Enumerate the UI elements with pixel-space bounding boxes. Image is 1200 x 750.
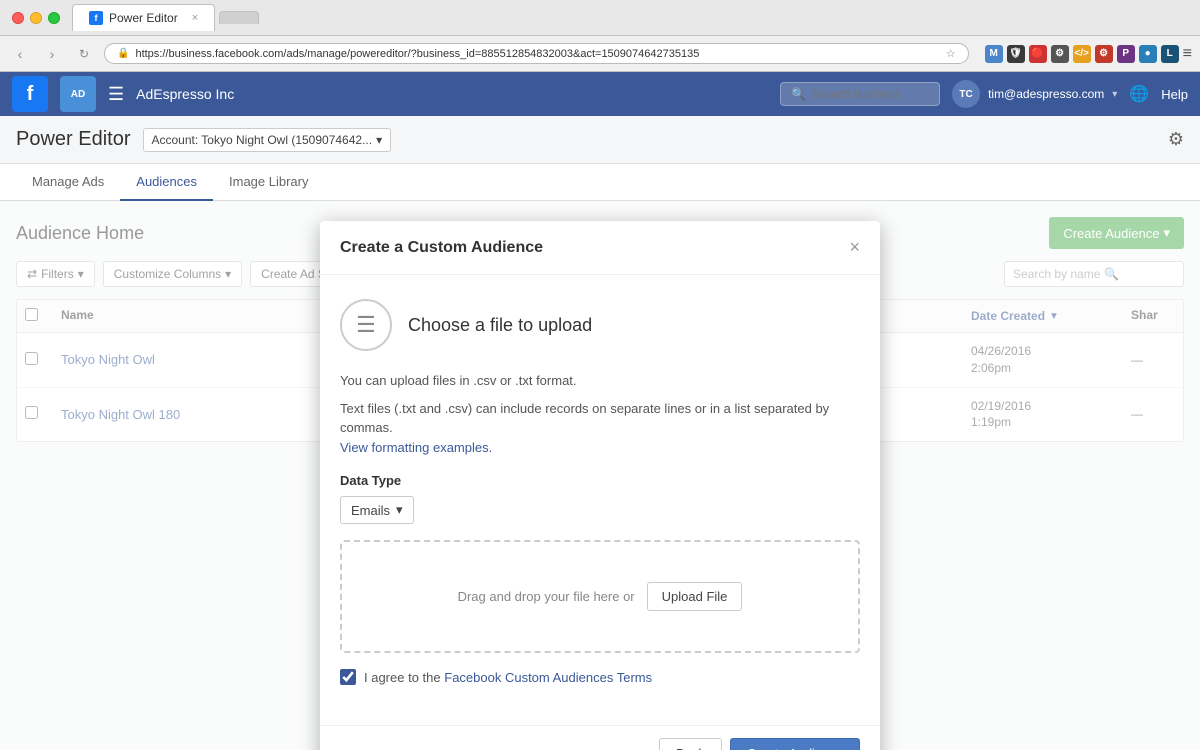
ext-m-icon[interactable]: M bbox=[985, 45, 1003, 63]
ssl-icon: 🔒 bbox=[117, 48, 129, 59]
modal-footer: Back Create Audience bbox=[320, 725, 880, 750]
agree-row: I agree to the Facebook Custom Audiences… bbox=[340, 669, 860, 685]
fb-search-box[interactable]: 🔍 bbox=[780, 82, 940, 106]
upload-zone-text: Drag and drop your file here or bbox=[458, 589, 635, 604]
address-text: https://business.facebook.com/ads/manage… bbox=[135, 48, 699, 60]
fb-ad-logo: AD bbox=[60, 76, 96, 112]
modal-icon-row: ☰ Choose a file to upload bbox=[340, 299, 860, 351]
modal-description-1: You can upload files in .csv or .txt for… bbox=[340, 371, 860, 391]
tab-close-btn[interactable]: × bbox=[192, 12, 198, 24]
browser-extensions: M 🛡 🔴 ⚙ </> ⚙ P ● L ≡ bbox=[985, 45, 1192, 63]
bookmark-icon[interactable]: ☆ bbox=[946, 47, 956, 60]
view-formatting-link[interactable]: View formatting examples. bbox=[340, 440, 492, 455]
ext-shield-icon[interactable]: 🛡 bbox=[1007, 45, 1025, 63]
search-icon: 🔍 bbox=[791, 87, 806, 101]
pe-header: Power Editor Account: Tokyo Night Owl (1… bbox=[0, 116, 1200, 164]
fb-company-name: AdEspresso Inc bbox=[136, 86, 234, 102]
ext-blue-icon[interactable]: ● bbox=[1139, 45, 1157, 63]
new-tab-btn[interactable] bbox=[219, 11, 259, 24]
custom-audiences-terms-link[interactable]: Facebook Custom Audiences Terms bbox=[444, 670, 652, 685]
modal-body: ☰ Choose a file to upload You can upload… bbox=[320, 275, 880, 725]
ext-red-icon[interactable]: 🔴 bbox=[1029, 45, 1047, 63]
agree-checkbox[interactable] bbox=[340, 669, 356, 685]
modal-overlay: Create a Custom Audience × ☰ Choose a fi… bbox=[0, 201, 1200, 750]
back-btn[interactable]: ‹ bbox=[8, 42, 32, 66]
agree-text: I agree to the Facebook Custom Audiences… bbox=[364, 670, 652, 685]
modal-description-2: Text files (.txt and .csv) can include r… bbox=[340, 399, 860, 458]
browser-titlebar: f Power Editor × bbox=[0, 0, 1200, 36]
tab-image-library[interactable]: Image Library bbox=[213, 164, 324, 201]
settings-gear-icon[interactable]: ⚙ bbox=[1168, 129, 1184, 150]
modal-title: Create a Custom Audience bbox=[340, 239, 543, 257]
fb-ad-icon: AD bbox=[71, 89, 85, 100]
tab-favicon: f bbox=[89, 11, 103, 25]
data-type-dropdown[interactable]: Emails ▾ bbox=[340, 496, 414, 524]
data-type-value: Emails bbox=[351, 503, 390, 518]
forward-btn[interactable]: › bbox=[40, 42, 64, 66]
maximize-window-btn[interactable] bbox=[48, 12, 60, 24]
user-dropdown-icon[interactable]: ▾ bbox=[1112, 89, 1117, 100]
account-dropdown-icon: ▾ bbox=[376, 133, 382, 147]
help-link[interactable]: Help bbox=[1161, 87, 1188, 102]
fb-logo: f bbox=[12, 76, 48, 112]
modal-close-button[interactable]: × bbox=[849, 237, 860, 258]
browser-tab[interactable]: f Power Editor × bbox=[72, 4, 215, 31]
browser-addressbar: ‹ › ↻ 🔒 https://business.facebook.com/ad… bbox=[0, 36, 1200, 72]
browser-window: f Power Editor × ‹ › ↻ 🔒 https://busines… bbox=[0, 0, 1200, 750]
ext-settings-icon[interactable]: ⚙ bbox=[1095, 45, 1113, 63]
back-button[interactable]: Back bbox=[659, 738, 722, 750]
user-initials: TC bbox=[959, 89, 972, 100]
ext-code-icon[interactable]: </> bbox=[1073, 45, 1091, 63]
tab-label: Power Editor bbox=[109, 11, 178, 25]
data-type-arrow-icon: ▾ bbox=[396, 502, 403, 518]
window-controls bbox=[12, 12, 60, 24]
fb-search-input[interactable] bbox=[812, 87, 929, 101]
file-icon: ☰ bbox=[356, 312, 376, 338]
file-upload-icon-circle: ☰ bbox=[340, 299, 392, 351]
ext-dark-icon[interactable]: ⚙ bbox=[1051, 45, 1069, 63]
address-bar[interactable]: 🔒 https://business.facebook.com/ads/mana… bbox=[104, 43, 969, 64]
fb-nav: f AD ☰ AdEspresso Inc 🔍 TC tim@adespress… bbox=[0, 72, 1200, 116]
user-avatar: TC bbox=[952, 80, 980, 108]
fb-logo-text: f bbox=[27, 83, 34, 106]
tab-audiences[interactable]: Audiences bbox=[120, 164, 213, 201]
modal-header: Create a Custom Audience × bbox=[320, 221, 880, 275]
hamburger-menu-icon[interactable]: ☰ bbox=[108, 84, 124, 105]
globe-icon[interactable]: 🌐 bbox=[1129, 84, 1149, 104]
tab-manage-ads[interactable]: Manage Ads bbox=[16, 164, 120, 201]
create-audience-modal-button[interactable]: Create Audience bbox=[730, 738, 860, 750]
close-window-btn[interactable] bbox=[12, 12, 24, 24]
data-type-label: Data Type bbox=[340, 473, 860, 488]
modal-icon-title: Choose a file to upload bbox=[408, 315, 592, 336]
ext-purple-icon[interactable]: P bbox=[1117, 45, 1135, 63]
fb-user-area: TC tim@adespresso.com ▾ bbox=[952, 80, 1117, 108]
main-content: Audience Home Create Audience ▾ ⇄ Filter… bbox=[0, 201, 1200, 750]
extensions-menu-icon[interactable]: ≡ bbox=[1183, 45, 1192, 63]
refresh-btn[interactable]: ↻ bbox=[72, 42, 96, 66]
file-upload-zone[interactable]: Drag and drop your file here or Upload F… bbox=[340, 540, 860, 653]
tab-nav: Manage Ads Audiences Image Library bbox=[0, 164, 1200, 201]
create-custom-audience-modal: Create a Custom Audience × ☰ Choose a fi… bbox=[320, 221, 880, 750]
upload-file-button[interactable]: Upload File bbox=[647, 582, 743, 611]
fb-username: tim@adespresso.com bbox=[988, 87, 1104, 101]
minimize-window-btn[interactable] bbox=[30, 12, 42, 24]
account-selector[interactable]: Account: Tokyo Night Owl (1509074642... … bbox=[143, 128, 392, 152]
pe-title: Power Editor bbox=[16, 128, 131, 151]
ext-dark-blue-icon[interactable]: L bbox=[1161, 45, 1179, 63]
account-label: Account: Tokyo Night Owl (1509074642... bbox=[152, 133, 373, 147]
